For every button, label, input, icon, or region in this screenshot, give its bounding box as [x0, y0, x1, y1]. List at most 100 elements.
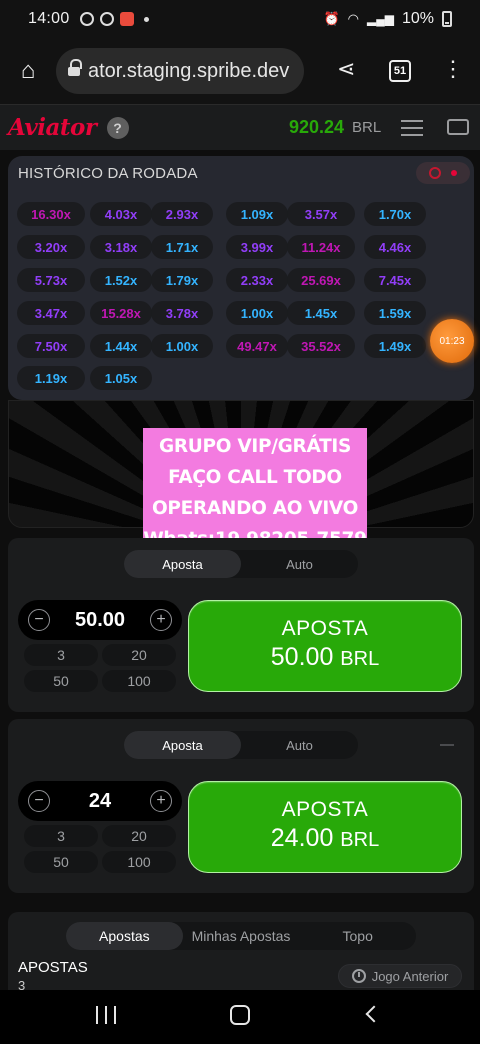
status-time: 14:00: [28, 10, 70, 27]
quick-amount-button[interactable]: 3: [24, 825, 98, 847]
battery-icon: [442, 11, 452, 27]
system-nav-bar: [0, 990, 480, 1044]
recents-icon[interactable]: [96, 1006, 116, 1024]
round-history-panel: HISTÓRICO DA RODADA 16.30x 4.03x 2.93x 1.09…: [8, 156, 474, 400]
url-bar[interactable]: ator.staging.spribe.dev: [56, 48, 304, 94]
bet-mode-toggle: Aposta Auto: [124, 731, 358, 759]
history-multiplier-chip[interactable]: 4.03x: [90, 202, 152, 226]
app-header: Aviator ? 920.24 BRL: [0, 104, 480, 150]
history-toggle-button[interactable]: [416, 162, 470, 184]
quick-amount-button[interactable]: 3: [24, 644, 98, 666]
quick-amounts: 3 20 50 100: [18, 640, 182, 692]
alarm-icon: ⏰: [323, 11, 340, 26]
history-multiplier-chip[interactable]: 3.99x: [226, 235, 288, 259]
history-multiplier-chip[interactable]: 11.24x: [287, 235, 355, 259]
quick-amount-button[interactable]: 100: [102, 851, 176, 873]
history-multiplier-chip[interactable]: 4.46x: [364, 235, 426, 259]
history-multiplier-chip[interactable]: 2.93x: [151, 202, 213, 226]
status-bar: 14:00 ⏰ ◠ ▂▄▆ 10%: [0, 0, 480, 38]
history-multiplier-chip[interactable]: 3.47x: [17, 301, 85, 325]
battery-percent: 10%: [401, 10, 434, 27]
tab-bet[interactable]: Aposta: [124, 550, 241, 578]
tab-switcher-button[interactable]: 51: [389, 60, 411, 82]
hamburger-menu-icon[interactable]: [401, 120, 423, 141]
history-multiplier-chip[interactable]: 49.47x: [226, 334, 288, 358]
history-multiplier-chip[interactable]: 1.52x: [90, 268, 152, 292]
history-multiplier-chip[interactable]: 1.09x: [226, 202, 288, 226]
amount-stepper: − 50.00 +: [18, 600, 182, 640]
history-multiplier-chip[interactable]: 3.20x: [17, 235, 85, 259]
history-multiplier-chip[interactable]: 3.57x: [287, 202, 355, 226]
history-multiplier-chip[interactable]: 1.59x: [364, 301, 426, 325]
history-multiplier-chip[interactable]: 3.78x: [151, 301, 213, 325]
history-multiplier-chip[interactable]: 1.71x: [151, 235, 213, 259]
signal-icon: ▂▄▆: [367, 12, 394, 26]
timer-badge: 01:23: [430, 319, 474, 363]
quick-amount-button[interactable]: 20: [102, 825, 176, 847]
back-icon[interactable]: [365, 1005, 383, 1023]
history-multiplier-chip[interactable]: 16.30x: [17, 202, 85, 226]
amount-value[interactable]: 24: [89, 790, 111, 813]
bet-button-label: APOSTA: [281, 617, 369, 640]
help-button[interactable]: ?: [106, 116, 129, 139]
increase-button[interactable]: +: [150, 790, 172, 812]
amount-value[interactable]: 50.00: [75, 609, 125, 632]
tab-bet[interactable]: Aposta: [124, 731, 241, 759]
decrease-button[interactable]: −: [28, 790, 50, 812]
history-multiplier-chip[interactable]: 1.00x: [151, 334, 213, 358]
remove-panel-icon[interactable]: [440, 744, 454, 746]
place-bet-button[interactable]: APOSTA 50.00 BRL: [188, 600, 462, 692]
quick-amount-button[interactable]: 50: [24, 670, 98, 692]
tab-auto[interactable]: Auto: [241, 731, 358, 759]
decrease-button[interactable]: −: [28, 609, 50, 631]
place-bet-button[interactable]: APOSTA 24.00 BRL: [188, 781, 462, 873]
chat-icon[interactable]: [447, 119, 469, 135]
more-notifications-icon: [143, 16, 149, 22]
quick-amount-button[interactable]: 100: [102, 670, 176, 692]
history-multiplier-chip[interactable]: 5.73x: [17, 268, 85, 292]
history-multiplier-chip[interactable]: 3.18x: [90, 235, 152, 259]
history-multiplier-chip[interactable]: 1.49x: [364, 334, 426, 358]
history-multiplier-chip[interactable]: 2.33x: [226, 268, 288, 292]
history-clock-icon: [351, 969, 366, 983]
wifi-icon: ◠: [347, 11, 359, 26]
history-multiplier-chip[interactable]: 7.45x: [364, 268, 426, 292]
browser-toolbar: ⌂ ator.staging.spribe.dev ⋖ 51 ⋮: [0, 38, 480, 104]
close-dot-icon: [451, 170, 457, 176]
history-multiplier-chip[interactable]: 1.70x: [364, 202, 426, 226]
quick-amount-button[interactable]: 20: [102, 644, 176, 666]
increase-button[interactable]: +: [150, 609, 172, 631]
status-right: ⏰ ◠ ▂▄▆ 10%: [323, 10, 452, 28]
home-button-icon[interactable]: [230, 1005, 250, 1025]
app-notification-icon: [119, 12, 134, 26]
history-multiplier-chip[interactable]: 1.00x: [226, 301, 288, 325]
history-multiplier-chip[interactable]: 1.44x: [90, 334, 152, 358]
bet-button-amount: 50.00: [270, 643, 334, 671]
history-multiplier-chip[interactable]: 1.79x: [151, 268, 213, 292]
quick-amounts: 3 20 50 100: [18, 821, 182, 873]
tab-top[interactable]: Topo: [299, 922, 416, 950]
history-multiplier-chip[interactable]: 15.28x: [90, 301, 152, 325]
history-multiplier-chip[interactable]: 7.50x: [17, 334, 85, 358]
quick-amount-button[interactable]: 50: [24, 851, 98, 873]
menu-icon[interactable]: ⋮: [442, 56, 464, 82]
bet-button-currency: BRL: [340, 648, 380, 670]
share-icon[interactable]: ⋖: [337, 56, 355, 82]
history-title: HISTÓRICO DA RODADA: [18, 165, 198, 182]
tab-auto[interactable]: Auto: [241, 550, 358, 578]
history-multiplier-chip[interactable]: 35.52x: [287, 334, 355, 358]
tab-my-bets[interactable]: Minhas Apostas: [183, 922, 300, 950]
history-multiplier-chip[interactable]: 25.69x: [287, 268, 355, 292]
history-multiplier-chip[interactable]: 1.19x: [17, 366, 85, 390]
home-icon[interactable]: ⌂: [0, 57, 56, 85]
tab-all-bets[interactable]: Apostas: [66, 922, 183, 950]
history-multiplier-chip[interactable]: 1.45x: [287, 301, 355, 325]
previous-game-button[interactable]: Jogo Anterior: [338, 964, 462, 988]
notification-icon: [99, 12, 114, 26]
notification-icons: [79, 12, 149, 26]
previous-game-label: Jogo Anterior: [371, 968, 449, 984]
history-multiplier-chip[interactable]: 1.05x: [90, 366, 152, 390]
stake-control: − 50.00 + 3 20 50 100: [18, 600, 182, 696]
promo-line: OPERANDO AO VIVO: [151, 498, 359, 519]
bet-button-amount-line: 24.00 BRL: [189, 824, 461, 853]
